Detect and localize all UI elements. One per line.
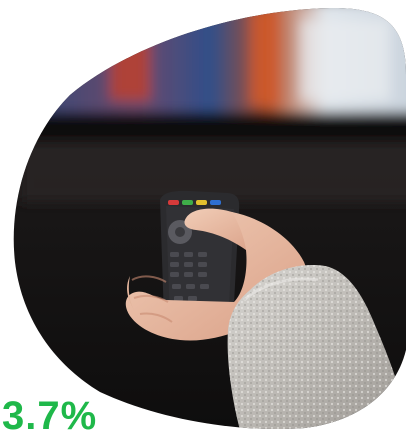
tv-remote-photo (13, 7, 406, 430)
hero-image-card: 3.7% (0, 0, 406, 430)
percentage-stat: 3.7% (2, 394, 98, 430)
